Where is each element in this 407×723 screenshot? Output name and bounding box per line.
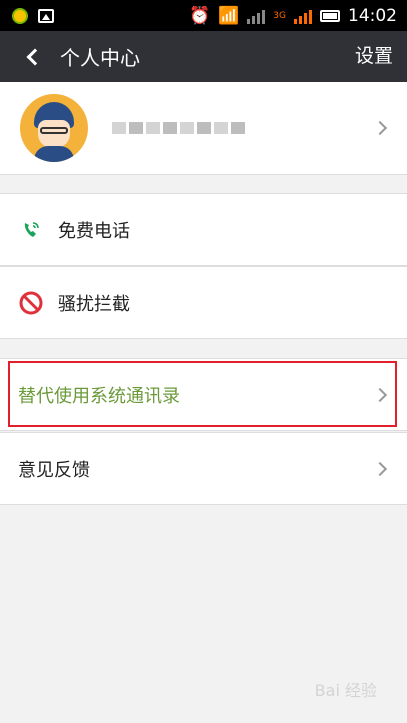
phone-icon bbox=[19, 217, 43, 242]
feedback-item[interactable]: 意见反馈 bbox=[0, 432, 407, 505]
status-time: 14:02 bbox=[348, 5, 397, 26]
title-bar: 个人中心 设置 bbox=[0, 31, 407, 82]
watermark: Bai 经验 bbox=[314, 681, 377, 700]
profile-name-blurred bbox=[112, 122, 245, 134]
chevron-right-icon bbox=[372, 461, 388, 476]
replace-contacts-label: 替代使用系统通讯录 bbox=[18, 385, 180, 407]
avatar-glasses bbox=[40, 127, 68, 134]
back-arrow-icon bbox=[26, 48, 44, 65]
app-notification-icon bbox=[12, 7, 28, 24]
section-gap bbox=[0, 175, 407, 193]
free-call-label: 免费电话 bbox=[58, 220, 130, 242]
replace-contacts-item[interactable]: 替代使用系统通讯录 bbox=[0, 358, 407, 431]
back-button[interactable] bbox=[12, 31, 52, 82]
network-type-label: 3G bbox=[273, 10, 286, 21]
signal-icon bbox=[247, 8, 266, 24]
battery-icon bbox=[320, 9, 340, 22]
avatar bbox=[20, 94, 88, 162]
feedback-label: 意见反馈 bbox=[18, 459, 90, 481]
alarm-icon: ⏰ bbox=[188, 5, 211, 26]
status-right: ⏰ 📶 3G 14:02 bbox=[189, 6, 397, 26]
avatar-body bbox=[34, 146, 74, 162]
image-notification-icon bbox=[38, 8, 54, 23]
wifi-icon: 📶 bbox=[218, 5, 240, 26]
block-icon bbox=[19, 291, 43, 314]
status-left bbox=[12, 7, 54, 24]
chevron-right-icon bbox=[372, 120, 388, 136]
chevron-right-icon bbox=[372, 387, 388, 402]
harassment-block-item[interactable]: 骚扰拦截 bbox=[0, 266, 407, 339]
status-bar: ⏰ 📶 3G 14:02 bbox=[0, 0, 407, 31]
page-title: 个人中心 bbox=[60, 46, 140, 70]
free-call-item[interactable]: 免费电话 bbox=[0, 193, 407, 266]
profile-row[interactable] bbox=[0, 82, 407, 175]
avatar-face bbox=[38, 120, 70, 148]
signal-3g-icon bbox=[294, 8, 312, 24]
harassment-block-label: 骚扰拦截 bbox=[58, 293, 130, 315]
settings-button[interactable]: 设置 bbox=[355, 31, 393, 82]
